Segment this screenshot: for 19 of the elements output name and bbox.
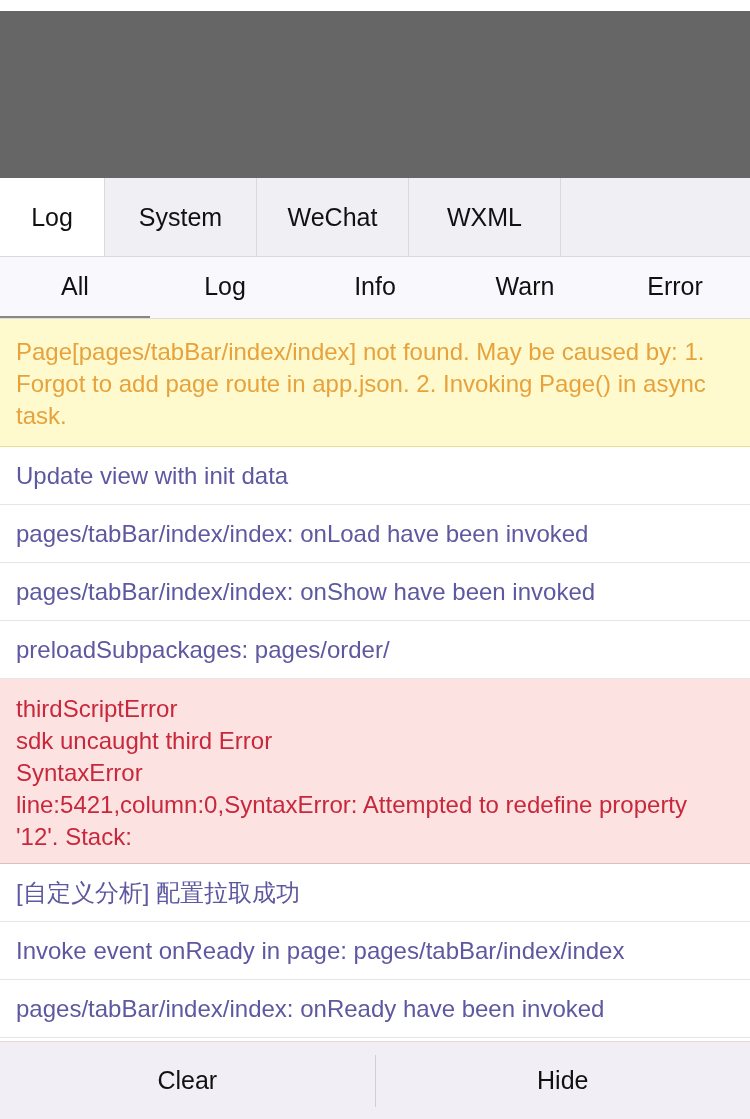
log-text: pages/tabBar/index/index: onReady have been invoked: [16, 994, 606, 1024]
filter-tab[interactable]: Error: [600, 257, 750, 318]
log-text: Invoke event onReady in page: pages/tabBar/index/index: [16, 936, 626, 966]
log-text: Update view with init data: [16, 461, 290, 491]
log-text: Page[pages/tabBar/index/index] not found. May be caused by: 1. Forgot to add page route in app.json. 2. Invoking Page() in async task.: [16, 337, 707, 431]
log-text: pages/tabBar/index/index: onLoad have been invoked: [16, 519, 590, 549]
toolbar-button[interactable]: Hide: [374, 1054, 750, 1107]
log-text: sdk uncaught third Error: [16, 726, 274, 756]
log-text: SyntaxError: [16, 758, 144, 788]
filter-tab[interactable]: Log: [150, 257, 300, 318]
panel-tab[interactable]: Log: [0, 178, 105, 256]
log-text: line:5421,column:0,SyntaxError: Attempted to redefine property '12'. Stack:: [16, 790, 689, 852]
log-text: pages/tabBar/index/index: onShow have been invoked: [16, 577, 597, 607]
log-text: thirdScriptError: [16, 694, 179, 724]
filter-tab[interactable]: Info: [300, 257, 450, 318]
log-text: [自定义分析] 配置拉取成功: [16, 878, 301, 908]
filter-tab[interactable]: Warn: [450, 257, 600, 318]
toolbar-button[interactable]: Clear: [0, 1054, 375, 1107]
log-text: preloadSubpackages: pages/order/: [16, 635, 391, 665]
